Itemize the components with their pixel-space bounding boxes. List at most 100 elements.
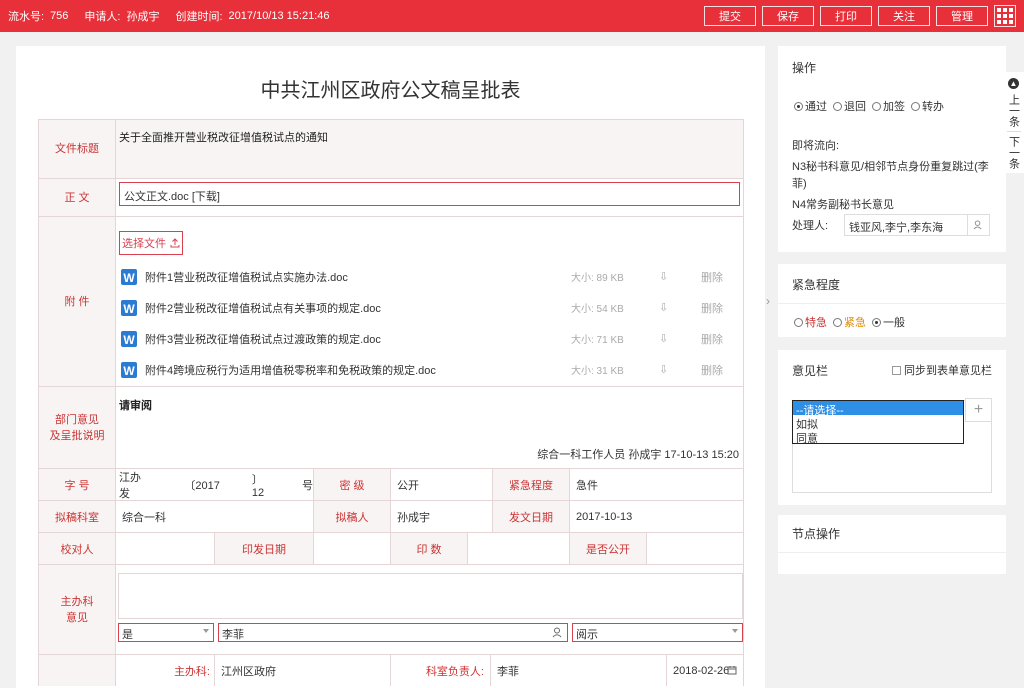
print-button[interactable]: 打印 [820, 6, 872, 26]
attachment-size: 大小: 31 KB [571, 366, 624, 377]
flow-step-2: N4常务副秘书长意见 [792, 199, 895, 211]
attachment-name[interactable]: 附件3营业税改征增值税试点过渡政策的规定.doc [145, 331, 381, 347]
download-icon[interactable]: ⇩ [659, 301, 668, 314]
ops-radio-option[interactable]: 加签 [872, 98, 905, 114]
upload-icon [170, 238, 180, 248]
svg-text:W: W [123, 271, 135, 285]
secret-label: 密 级 [314, 469, 391, 500]
add-opinion-icon[interactable]: + [965, 398, 992, 422]
body-file-field[interactable]: 公文正文.doc [下载] [119, 182, 740, 206]
download-icon[interactable]: ⇩ [659, 363, 668, 376]
attachment-item[interactable]: W 附件3营业税改征增值税试点过渡政策的规定.doc 大小: 71 KB ⇩ 删除 [119, 323, 740, 354]
download-icon[interactable]: ⇩ [659, 332, 668, 345]
doc-title-label: 文件标题 [39, 120, 116, 178]
submit-button[interactable]: 提交 [704, 6, 756, 26]
attachment-name[interactable]: 附件2营业税改征增值税试点有关事项的规定.doc [145, 300, 381, 316]
dept-label: 部门意见 及呈批说明 [39, 387, 116, 468]
handler-field[interactable]: 钱亚风,李宁,李东海 [844, 214, 990, 236]
ops-radio-group: 通过 退回 加签 转办 [778, 76, 1006, 114]
prev-tab[interactable]: 上一条 [1006, 90, 1021, 132]
select-file-button[interactable]: 选择文件 [119, 231, 183, 255]
word-doc-icon: W [121, 361, 137, 378]
public-label: 是否公开 [570, 533, 647, 564]
opinion-option[interactable]: --请选择-- [793, 401, 963, 417]
proof-value[interactable] [116, 533, 215, 564]
opinion-dropdown[interactable]: --请选择-- 如拟 同意 [792, 400, 964, 445]
row-draft: 拟稿科室 综合一科 拟稿人 孙成宇 发文日期 2017-10-13 [38, 501, 744, 533]
urgency-level-value[interactable]: 急件 [570, 469, 743, 500]
node-ops-panel: 节点操作 [778, 515, 1006, 574]
follow-button[interactable]: 关注 [878, 6, 930, 26]
row-dept-opinion: 部门意见 及呈批说明 请审阅 综合一科工作人员 孙成宇 17-10-13 15:2… [38, 387, 744, 469]
ops-panel: 操作 通过 退回 加签 转办 即将流向: N3秘书科意见/相邻节点身份重复跳过(李菲)… [778, 46, 1006, 252]
created-value: 2017/10/13 15:21:46 [228, 10, 330, 22]
person-icon[interactable] [973, 220, 983, 230]
delete-button[interactable]: 删除 [701, 362, 723, 378]
svg-text:W: W [123, 333, 135, 347]
opinion-option[interactable]: 如拟 [793, 415, 963, 431]
attachment-size: 大小: 89 KB [571, 273, 624, 284]
ops-radio-option[interactable]: 转办 [911, 98, 944, 114]
drafter-value[interactable]: 孙成宇 [391, 501, 493, 532]
draft-dept-value[interactable]: 综合一科 [116, 501, 314, 532]
apps-grid-icon[interactable] [994, 5, 1016, 27]
urgency-title: 紧急程度 [778, 264, 1006, 304]
print-date-label: 印发日期 [215, 533, 314, 564]
ops-radio-option[interactable]: 退回 [833, 98, 866, 114]
host-select[interactable]: 是 [118, 623, 214, 642]
manage-button[interactable]: 管理 [936, 6, 988, 26]
serial-label: 流水号: [8, 11, 45, 23]
print-date-value[interactable] [314, 533, 391, 564]
attachment-item[interactable]: W 附件2营业税改征增值税试点有关事项的规定.doc 大小: 54 KB ⇩ 删除 [119, 292, 740, 323]
attachment-size: 大小: 54 KB [571, 304, 624, 315]
calendar-icon[interactable] [727, 665, 737, 675]
urgency-radio-option[interactable]: 一般 [872, 314, 905, 330]
draft-dept-label: 拟稿科室 [39, 501, 116, 532]
urgency-radio-option[interactable]: 特急 [794, 314, 827, 330]
issue-date-label: 发文日期 [493, 501, 570, 532]
save-button[interactable]: 保存 [762, 6, 814, 26]
host-opinion-textarea[interactable] [118, 573, 743, 619]
node-ops-title: 节点操作 [778, 515, 1006, 553]
download-icon[interactable]: ⇩ [659, 270, 668, 283]
secret-value[interactable]: 公开 [391, 469, 493, 500]
next-tab[interactable]: 下一条 [1007, 132, 1021, 173]
urgency-level-label: 紧急程度 [493, 469, 570, 500]
urgency-panel: 紧急程度 特急 紧急 一般 [778, 264, 1006, 337]
attachment-size: 大小: 71 KB [571, 335, 624, 346]
doc-title-value[interactable]: 关于全面推开营业税改征增值税试点的通知 [119, 123, 740, 145]
word-doc-icon: W [121, 268, 137, 285]
urgency-radio-option[interactable]: 紧急 [833, 314, 866, 330]
page-title: 中共江州区政府公文稿呈批表 [260, 80, 521, 102]
opinion-option[interactable]: 同意 [793, 429, 963, 445]
top-bar: 流水号: 756 申请人: 孙成宇 创建时间: 2017/10/13 15:21… [0, 0, 1024, 32]
applicant-label: 申请人: [84, 11, 121, 23]
delete-button[interactable]: 删除 [701, 331, 723, 347]
svg-text:W: W [123, 364, 135, 378]
row-host-dept: 主办科: 江州区政府 科室负责人: 李菲 2018-02-26 [38, 655, 744, 686]
public-value[interactable] [647, 533, 743, 564]
attachment-name[interactable]: 附件1营业税改征增值税试点实施办法.doc [145, 269, 348, 285]
delete-button[interactable]: 删除 [701, 269, 723, 285]
collapse-arrow-icon[interactable]: › [766, 294, 770, 308]
delete-button[interactable]: 删除 [701, 300, 723, 316]
host-label: 主办科 意见 [39, 565, 116, 654]
dept-opinion-value: 请审阅 [119, 400, 152, 412]
attachment-item[interactable]: W 附件4跨境应税行为适用增值税零税率和免税政策的规定.doc 大小: 31 KB ⇩… [119, 354, 740, 385]
flow-step-1: N3秘书科意见/相邻节点身份重复跳过(李菲) [792, 161, 989, 190]
copies-value[interactable] [468, 533, 570, 564]
dept-head-label: 科室负责人: [391, 655, 491, 686]
side-nav-tabs: ▲ 上一条 下一条 [1003, 72, 1024, 173]
attachment-item[interactable]: W 附件1营业税改征增值税试点实施办法.doc 大小: 89 KB ⇩ 删除 [119, 261, 740, 292]
word-doc-icon: W [121, 299, 137, 316]
ops-radio-option[interactable]: 通过 [794, 98, 827, 114]
sync-checkbox[interactable]: 同步到表单意见栏 [892, 362, 992, 378]
zihao-field[interactable]: 江办发 〔2017 〕12 号 [116, 469, 314, 500]
row-host-opinion: 主办科 意见 是 李菲 阅示 [38, 565, 744, 655]
host-date-field[interactable]: 2018-02-26 [667, 655, 743, 686]
issue-date-value[interactable]: 2017-10-13 [570, 501, 743, 532]
host-person-field[interactable]: 李菲 [218, 623, 568, 642]
opinion-panel: 意见栏 同步到表单意见栏 + --请选择-- 如拟 同意 [778, 350, 1006, 505]
host-action-select[interactable]: 阅示 [572, 623, 743, 642]
attachment-name[interactable]: 附件4跨境应税行为适用增值税零税率和免税政策的规定.doc [145, 362, 436, 378]
